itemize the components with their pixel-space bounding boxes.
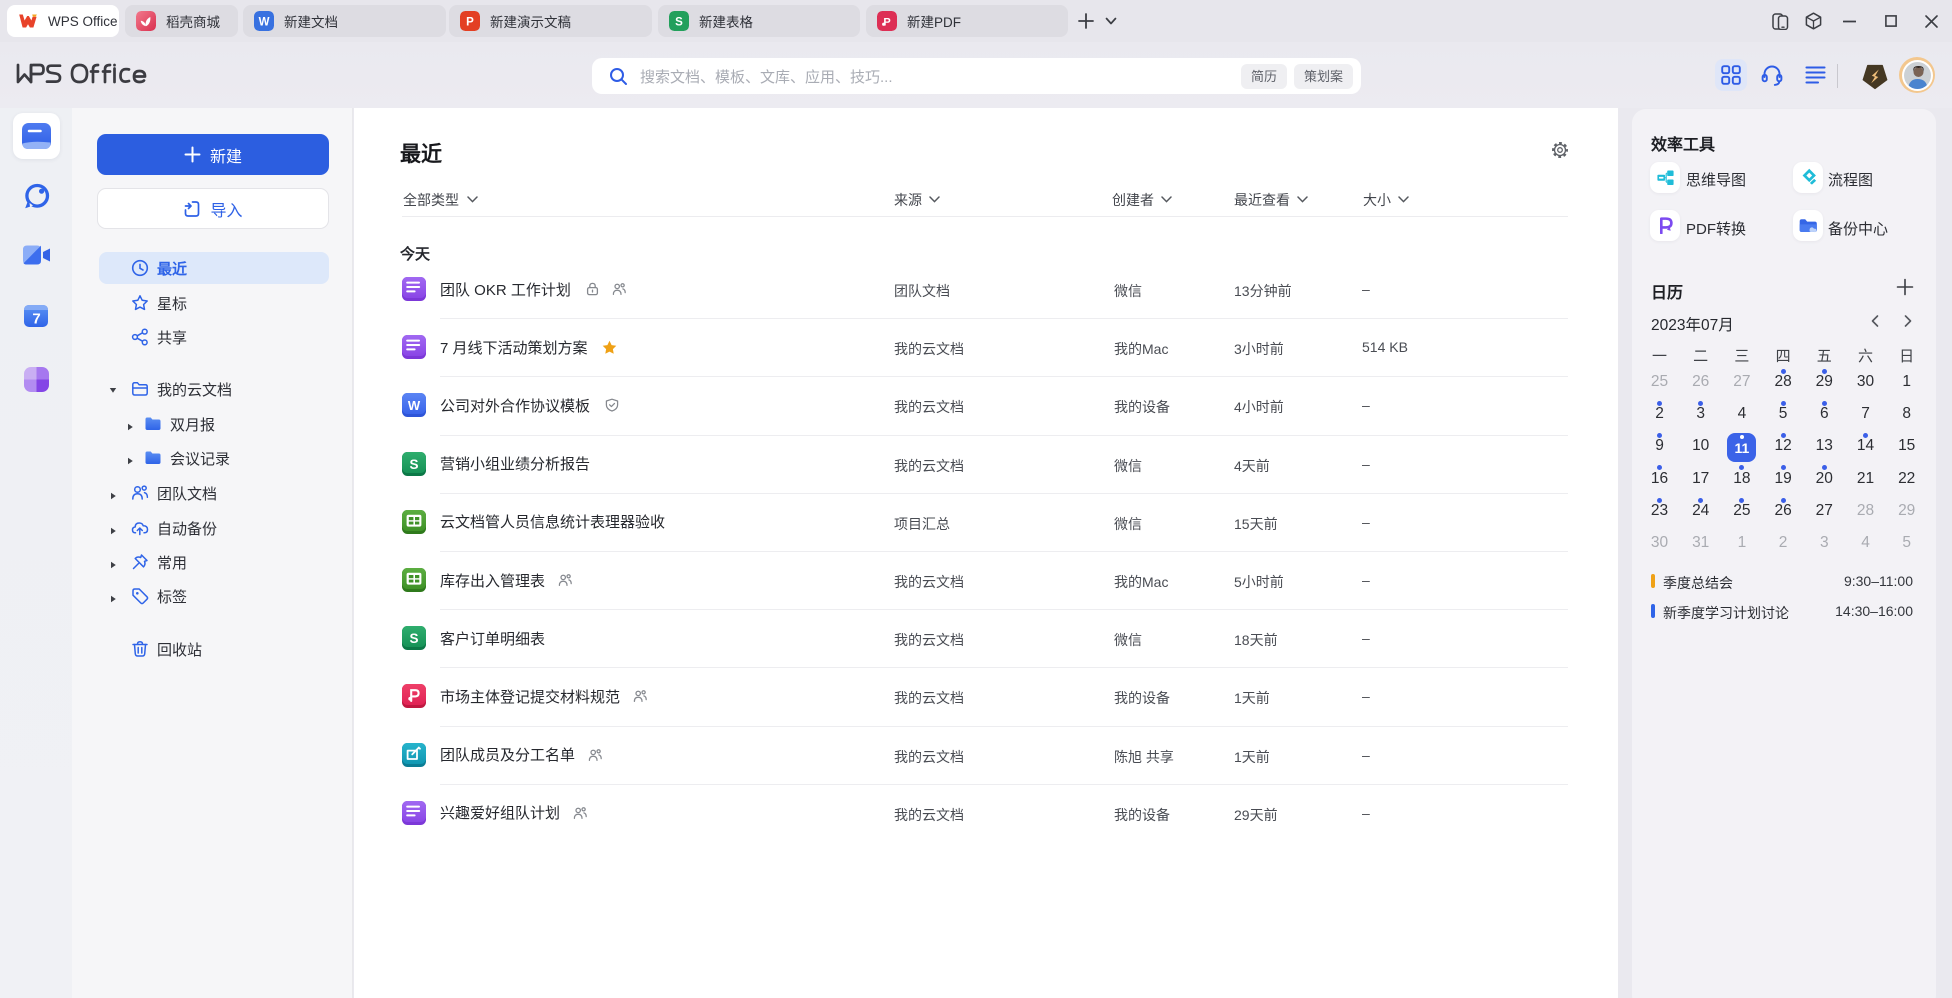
svg-text:S: S xyxy=(675,17,683,29)
svg-text:7: 7 xyxy=(32,311,40,328)
svg-text:W: W xyxy=(259,17,270,29)
svg-text:S: S xyxy=(409,457,418,472)
svg-text:P: P xyxy=(883,17,890,29)
svg-text:S: S xyxy=(409,631,418,646)
svg-text:W: W xyxy=(408,398,421,413)
svg-text:P: P xyxy=(466,17,474,29)
